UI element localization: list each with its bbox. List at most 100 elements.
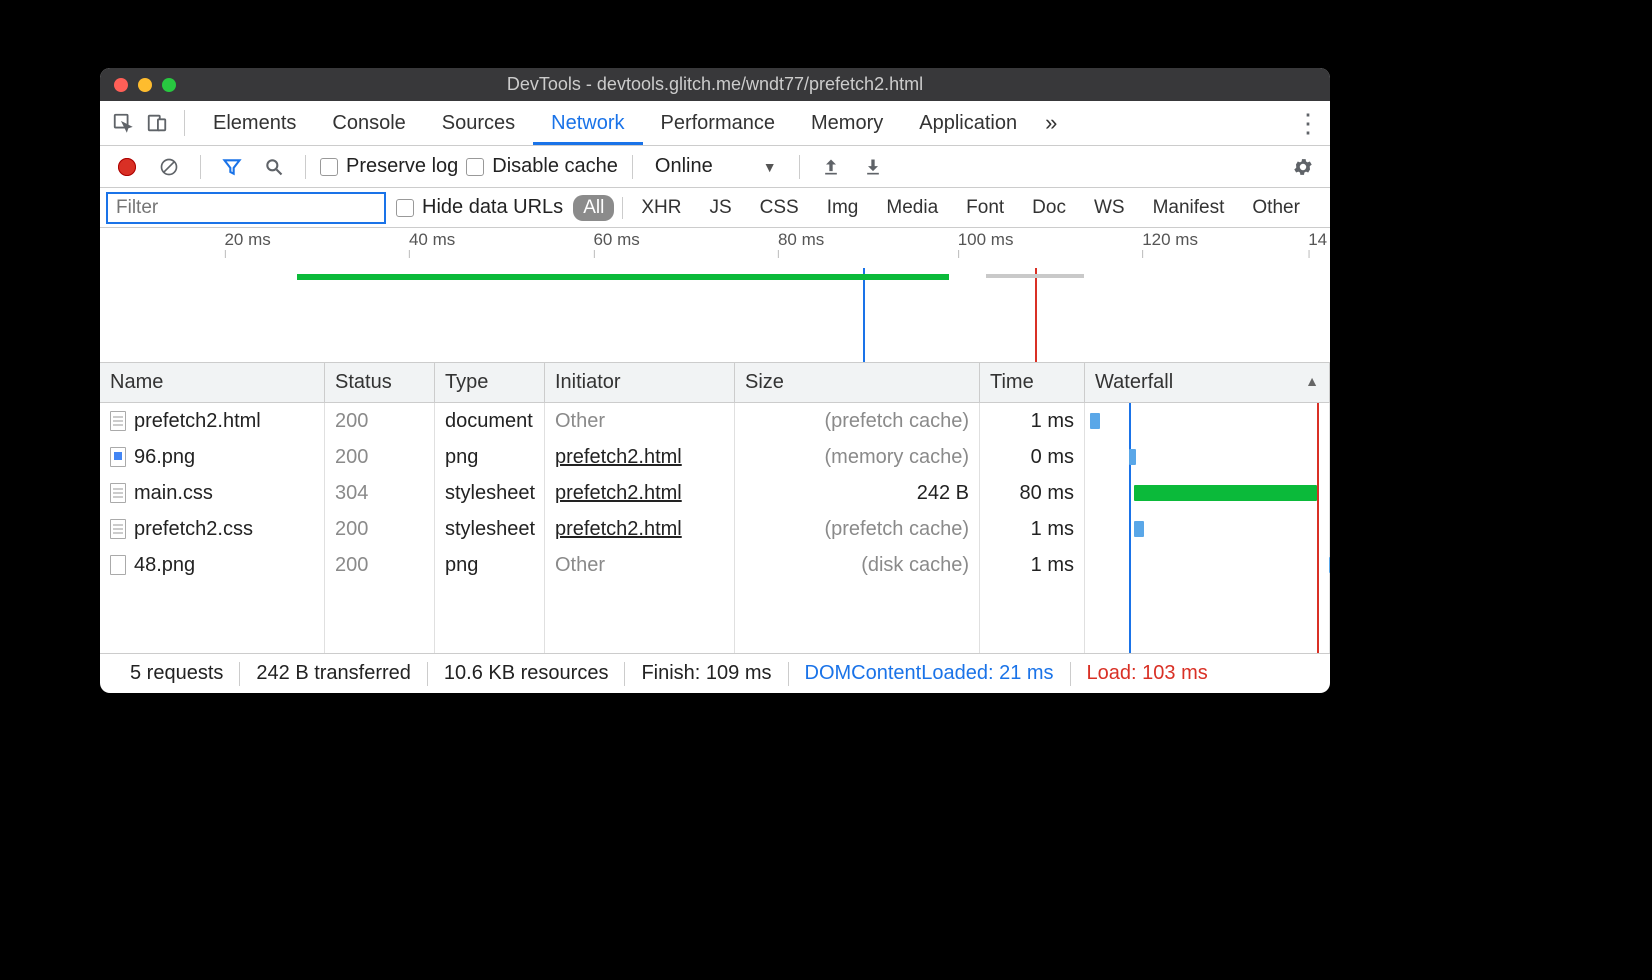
cell-waterfall[interactable] <box>1085 475 1330 511</box>
timeline-tick: 40 ms <box>409 230 455 250</box>
cell-type[interactable]: stylesheet <box>435 475 545 511</box>
request-name: main.css <box>134 482 213 505</box>
col-waterfall[interactable]: Waterfall <box>1085 363 1330 403</box>
filter-type-font[interactable]: Font <box>956 195 1014 221</box>
status-bar: 5 requests 242 B transferred 10.6 KB res… <box>100 653 1330 693</box>
waterfall-bar <box>1090 413 1100 429</box>
cell-status[interactable]: 200 <box>325 403 435 439</box>
filter-toggle-icon[interactable] <box>215 150 249 184</box>
download-har-icon[interactable] <box>856 150 890 184</box>
tab-elements[interactable]: Elements <box>195 101 314 145</box>
request-name: 48.png <box>134 554 195 577</box>
filter-type-xhr[interactable]: XHR <box>631 195 691 221</box>
tab-sources[interactable]: Sources <box>424 101 533 145</box>
tab-console[interactable]: Console <box>314 101 423 145</box>
cell-name[interactable]: 48.png <box>100 547 325 583</box>
col-name[interactable]: Name <box>100 363 325 403</box>
cell-type[interactable]: stylesheet <box>435 511 545 547</box>
hide-data-urls-checkbox[interactable]: Hide data URLs <box>396 196 563 219</box>
throttling-dropdown[interactable]: Online ▼ <box>647 155 785 178</box>
filter-bar: Hide data URLs All XHR JS CSS Img Media Font Do… <box>100 188 1330 228</box>
device-toolbar-icon[interactable] <box>140 106 174 140</box>
checkbox-icon <box>396 199 414 217</box>
filter-type-doc[interactable]: Doc <box>1022 195 1076 221</box>
cell-initiator[interactable]: prefetch2.html <box>545 511 735 547</box>
filter-input[interactable] <box>106 192 386 224</box>
dcl-marker <box>1129 511 1132 547</box>
cell-time[interactable]: 1 ms <box>980 547 1085 583</box>
cell-name[interactable]: prefetch2.css <box>100 511 325 547</box>
filter-type-js[interactable]: JS <box>699 195 741 221</box>
cell-waterfall[interactable] <box>1085 511 1330 547</box>
settings-gear-icon[interactable] <box>1286 150 1320 184</box>
cell-initiator[interactable]: Other <box>545 403 735 439</box>
col-time[interactable]: Time <box>980 363 1085 403</box>
filter-type-manifest[interactable]: Manifest <box>1143 195 1235 221</box>
cell-size[interactable]: (disk cache) <box>735 547 980 583</box>
divider <box>184 110 185 136</box>
col-size[interactable]: Size <box>735 363 980 403</box>
cell-status[interactable]: 200 <box>325 511 435 547</box>
clear-button[interactable] <box>152 150 186 184</box>
inspect-element-icon[interactable] <box>106 106 140 140</box>
overview-region <box>100 268 1330 363</box>
cell-name[interactable]: 96.png <box>100 439 325 475</box>
cell-status[interactable]: 200 <box>325 547 435 583</box>
record-button[interactable] <box>110 150 144 184</box>
tab-performance[interactable]: Performance <box>643 101 794 145</box>
cell-type[interactable]: png <box>435 439 545 475</box>
timeline-tick: 20 ms <box>224 230 270 250</box>
filter-type-img[interactable]: Img <box>817 195 869 221</box>
cell-type[interactable]: document <box>435 403 545 439</box>
load-marker <box>1317 547 1320 583</box>
cell-name[interactable]: prefetch2.html <box>100 403 325 439</box>
file-icon <box>110 519 126 539</box>
cell-status[interactable]: 304 <box>325 475 435 511</box>
filter-type-media[interactable]: Media <box>876 195 948 221</box>
overflow-tabs-button[interactable]: » <box>1035 101 1067 145</box>
filter-type-other[interactable]: Other <box>1242 195 1310 221</box>
filter-type-all[interactable]: All <box>573 195 614 221</box>
cell-size[interactable]: (memory cache) <box>735 439 980 475</box>
cell-waterfall[interactable] <box>1085 403 1330 439</box>
cell-time[interactable]: 0 ms <box>980 439 1085 475</box>
tab-application[interactable]: Application <box>901 101 1035 145</box>
load-marker <box>1035 268 1037 363</box>
cell-waterfall[interactable] <box>1085 547 1330 583</box>
dcl-marker <box>863 268 865 363</box>
more-options-icon[interactable]: ⋮ <box>1290 106 1324 140</box>
disable-cache-checkbox[interactable]: Disable cache <box>466 155 618 178</box>
request-name: 96.png <box>134 446 195 469</box>
cell-type[interactable]: png <box>435 547 545 583</box>
load-marker <box>1317 403 1320 439</box>
cell-time[interactable]: 1 ms <box>980 511 1085 547</box>
col-status[interactable]: Status <box>325 363 435 403</box>
cell-initiator[interactable]: Other <box>545 547 735 583</box>
search-icon[interactable] <box>257 150 291 184</box>
footer-resources: 10.6 KB resources <box>428 662 625 685</box>
divider <box>632 155 633 179</box>
cell-time[interactable]: 80 ms <box>980 475 1085 511</box>
cell-initiator[interactable]: prefetch2.html <box>545 439 735 475</box>
filter-type-ws[interactable]: WS <box>1084 195 1135 221</box>
tab-memory[interactable]: Memory <box>793 101 901 145</box>
cell-size[interactable]: (prefetch cache) <box>735 403 980 439</box>
checkbox-icon <box>320 158 338 176</box>
cell-status[interactable]: 200 <box>325 439 435 475</box>
cell-initiator[interactable]: prefetch2.html <box>545 475 735 511</box>
cell-waterfall[interactable] <box>1085 439 1330 475</box>
waterfall-bar <box>1134 485 1317 501</box>
cell-name[interactable]: main.css <box>100 475 325 511</box>
col-type[interactable]: Type <box>435 363 545 403</box>
tab-network[interactable]: Network <box>533 101 642 145</box>
col-initiator[interactable]: Initiator <box>545 363 735 403</box>
footer-transferred: 242 B transferred <box>240 662 427 685</box>
footer-dcl: DOMContentLoaded: 21 ms <box>789 662 1070 685</box>
cell-time[interactable]: 1 ms <box>980 403 1085 439</box>
preserve-log-checkbox[interactable]: Preserve log <box>320 155 458 178</box>
upload-har-icon[interactable] <box>814 150 848 184</box>
timeline-overview[interactable]: 20 ms40 ms60 ms80 ms100 ms120 ms14 <box>100 228 1330 363</box>
cell-size[interactable]: (prefetch cache) <box>735 511 980 547</box>
filter-type-css[interactable]: CSS <box>750 195 809 221</box>
cell-size[interactable]: 242 B <box>735 475 980 511</box>
